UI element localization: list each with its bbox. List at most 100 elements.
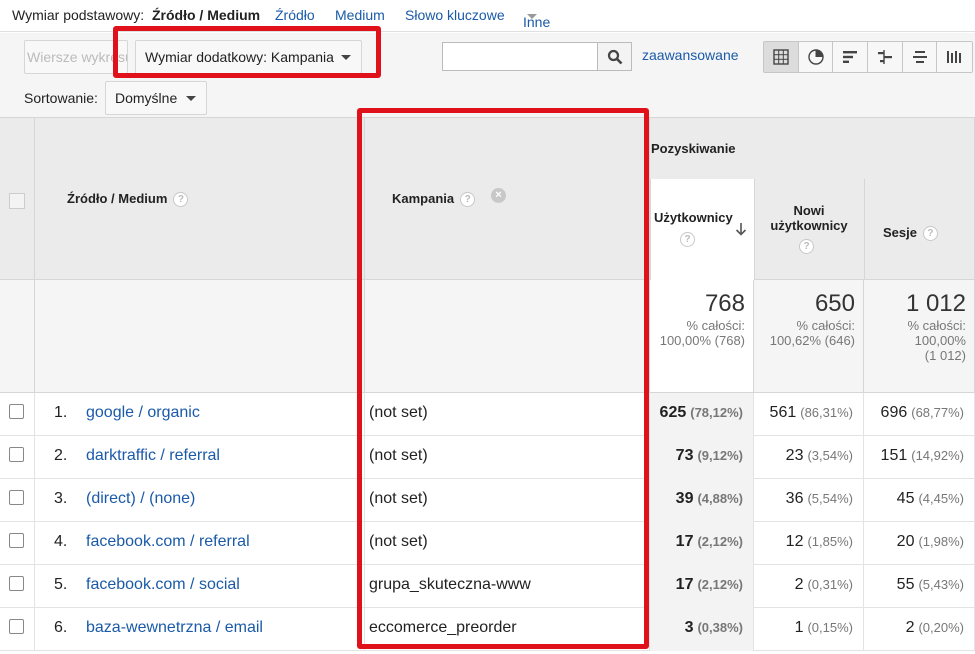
- table-row: 1. google / organic (not set) 625 (78,12%)…: [0, 393, 975, 436]
- users-percent: (0,38%): [697, 620, 743, 635]
- secondary-dimension-dropdown[interactable]: Wymiar dodatkowy: Kampania: [135, 40, 362, 74]
- dimension-keyword-link[interactable]: Słowo kluczowe: [405, 7, 505, 23]
- table-row: 6. baza-wewnetrzna / email eccomerce_preo…: [0, 608, 975, 651]
- row-checkbox[interactable]: [9, 404, 24, 419]
- totals-source-cell: [35, 280, 365, 393]
- campaign-value: (not set): [369, 447, 428, 464]
- header-users[interactable]: Użytkownicy ?: [650, 179, 754, 280]
- campaign-value: (not set): [369, 490, 428, 507]
- source-medium-link[interactable]: google / organic: [86, 404, 200, 422]
- help-icon[interactable]: ?: [922, 226, 938, 241]
- sessions-percent: (4,45%): [918, 491, 964, 506]
- new-users-percent: (5,54%): [807, 491, 853, 506]
- new-users-value: 23: [785, 447, 804, 464]
- help-icon[interactable]: ?: [173, 192, 189, 207]
- pie-view-icon: [807, 49, 824, 65]
- comparison-view-icon: [878, 50, 893, 64]
- sort-label: Sortowanie:: [24, 90, 98, 106]
- users-value: 625: [659, 404, 687, 421]
- dimension-source-link[interactable]: Źródło: [275, 7, 315, 23]
- plot-rows-button[interactable]: Wiersze wykresu: [24, 40, 128, 74]
- source-medium-link[interactable]: (direct) / (none): [86, 490, 195, 508]
- term-cloud-view-button[interactable]: [902, 42, 938, 72]
- row-number: 5.: [54, 576, 68, 593]
- sessions-percent: (68,77%): [911, 405, 964, 420]
- primary-dimension-bar: Wymiar podstawowy: Źródło / Medium Źródł…: [0, 0, 975, 32]
- totals-new-users-line2: 100,62% (646): [769, 333, 855, 348]
- help-icon[interactable]: ?: [680, 232, 695, 247]
- performance-view-button[interactable]: [833, 42, 869, 72]
- campaign-value: grupa_skuteczna-www: [369, 576, 531, 593]
- table-search-input[interactable]: [442, 42, 598, 71]
- sessions-value: 696: [880, 404, 908, 421]
- table-row: 3. (direct) / (none) (not set) 39 (4,88%) …: [0, 479, 975, 522]
- campaign-value: (not set): [369, 533, 428, 550]
- row-checkbox[interactable]: [9, 447, 24, 462]
- sessions-value: 45: [896, 490, 915, 507]
- source-medium-link[interactable]: facebook.com / referral: [86, 533, 250, 551]
- sort-value: Domyślne: [115, 90, 178, 106]
- totals-sessions: 1 012 % całości: 100,00% (1 012): [864, 280, 975, 393]
- totals-sessions-line1: % całości:: [907, 318, 966, 333]
- header-source-medium[interactable]: Źródło / Medium?: [35, 117, 365, 280]
- users-percent: (78,12%): [690, 405, 743, 420]
- users-percent: (2,12%): [697, 577, 743, 592]
- dimension-medium-link[interactable]: Medium: [335, 7, 385, 23]
- new-users-value: 36: [785, 490, 804, 507]
- header-acquisition-group: Pozyskiwanie Użytkownicy ? Nowi użytkown…: [650, 117, 975, 280]
- source-medium-link[interactable]: baza-wewnetrzna / email: [86, 619, 263, 637]
- new-users-value: 1: [794, 619, 804, 636]
- source-medium-link[interactable]: darktraffic / referral: [86, 447, 220, 465]
- new-users-value: 561: [769, 404, 797, 421]
- header-new-users[interactable]: Nowi użytkownicy ?: [754, 179, 864, 280]
- header-sessions[interactable]: Sesje?: [864, 179, 975, 280]
- sessions-percent: (1,98%): [918, 534, 964, 549]
- row-checkbox[interactable]: [9, 490, 24, 505]
- totals-sessions-value: 1 012: [905, 290, 966, 317]
- row-number: 1.: [54, 404, 68, 421]
- row-checkbox[interactable]: [9, 576, 24, 591]
- sort-dropdown[interactable]: Domyślne: [105, 81, 207, 115]
- users-value: 39: [675, 490, 694, 507]
- view-switcher: [763, 41, 973, 73]
- users-value: 17: [675, 576, 694, 593]
- search-button[interactable]: [597, 42, 632, 71]
- table-row: 2. darktraffic / referral (not set) 73 (9,…: [0, 436, 975, 479]
- sessions-value: 2: [905, 619, 915, 636]
- row-checkbox[interactable]: [9, 533, 24, 548]
- comparison-view-button[interactable]: [868, 42, 903, 72]
- users-value: 73: [675, 447, 694, 464]
- new-users-percent: (1,85%): [807, 534, 853, 549]
- header-new-users-line1: Nowi: [793, 203, 825, 218]
- header-source-medium-label: Źródło / Medium: [67, 191, 168, 206]
- advanced-filter-link[interactable]: zaawansowane: [642, 47, 739, 63]
- pie-view-button[interactable]: [798, 42, 834, 72]
- help-icon[interactable]: ?: [799, 239, 814, 254]
- totals-users-line2: 100,00% (768): [659, 333, 745, 348]
- users-value: 3: [684, 619, 694, 636]
- new-users-value: 2: [794, 576, 804, 593]
- pivot-view-button[interactable]: [937, 42, 973, 72]
- chevron-down-icon: [341, 55, 351, 60]
- table-view-icon: [773, 49, 789, 65]
- sessions-value: 151: [880, 447, 908, 464]
- header-campaign-label: Kampania: [392, 191, 455, 206]
- remove-secondary-dimension-icon[interactable]: ×: [491, 188, 506, 203]
- header-campaign[interactable]: Kampania? ×: [365, 117, 650, 280]
- row-checkbox[interactable]: [9, 619, 24, 634]
- new-users-value: 12: [785, 533, 804, 550]
- totals-users: 768 % całości: 100,00% (768): [650, 280, 754, 393]
- primary-dimension-label: Wymiar podstawowy:: [12, 7, 145, 23]
- row-number: 4.: [54, 533, 68, 550]
- totals-users-line1: % całości:: [686, 318, 745, 333]
- chevron-down-icon: [527, 14, 537, 19]
- new-users-percent: (0,15%): [807, 620, 853, 635]
- table-view-button[interactable]: [764, 42, 799, 72]
- totals-new-users-line1: % całości:: [796, 318, 855, 333]
- table-row: 4. facebook.com / referral (not set) 17 (2…: [0, 522, 975, 565]
- source-medium-link[interactable]: facebook.com / social: [86, 576, 240, 594]
- pivot-view-icon: [947, 51, 962, 63]
- table-toolbar: Wiersze wykresu Wymiar dodatkowy: Kampan…: [0, 33, 975, 117]
- help-icon[interactable]: ?: [460, 192, 476, 207]
- select-all-checkbox[interactable]: [9, 193, 25, 209]
